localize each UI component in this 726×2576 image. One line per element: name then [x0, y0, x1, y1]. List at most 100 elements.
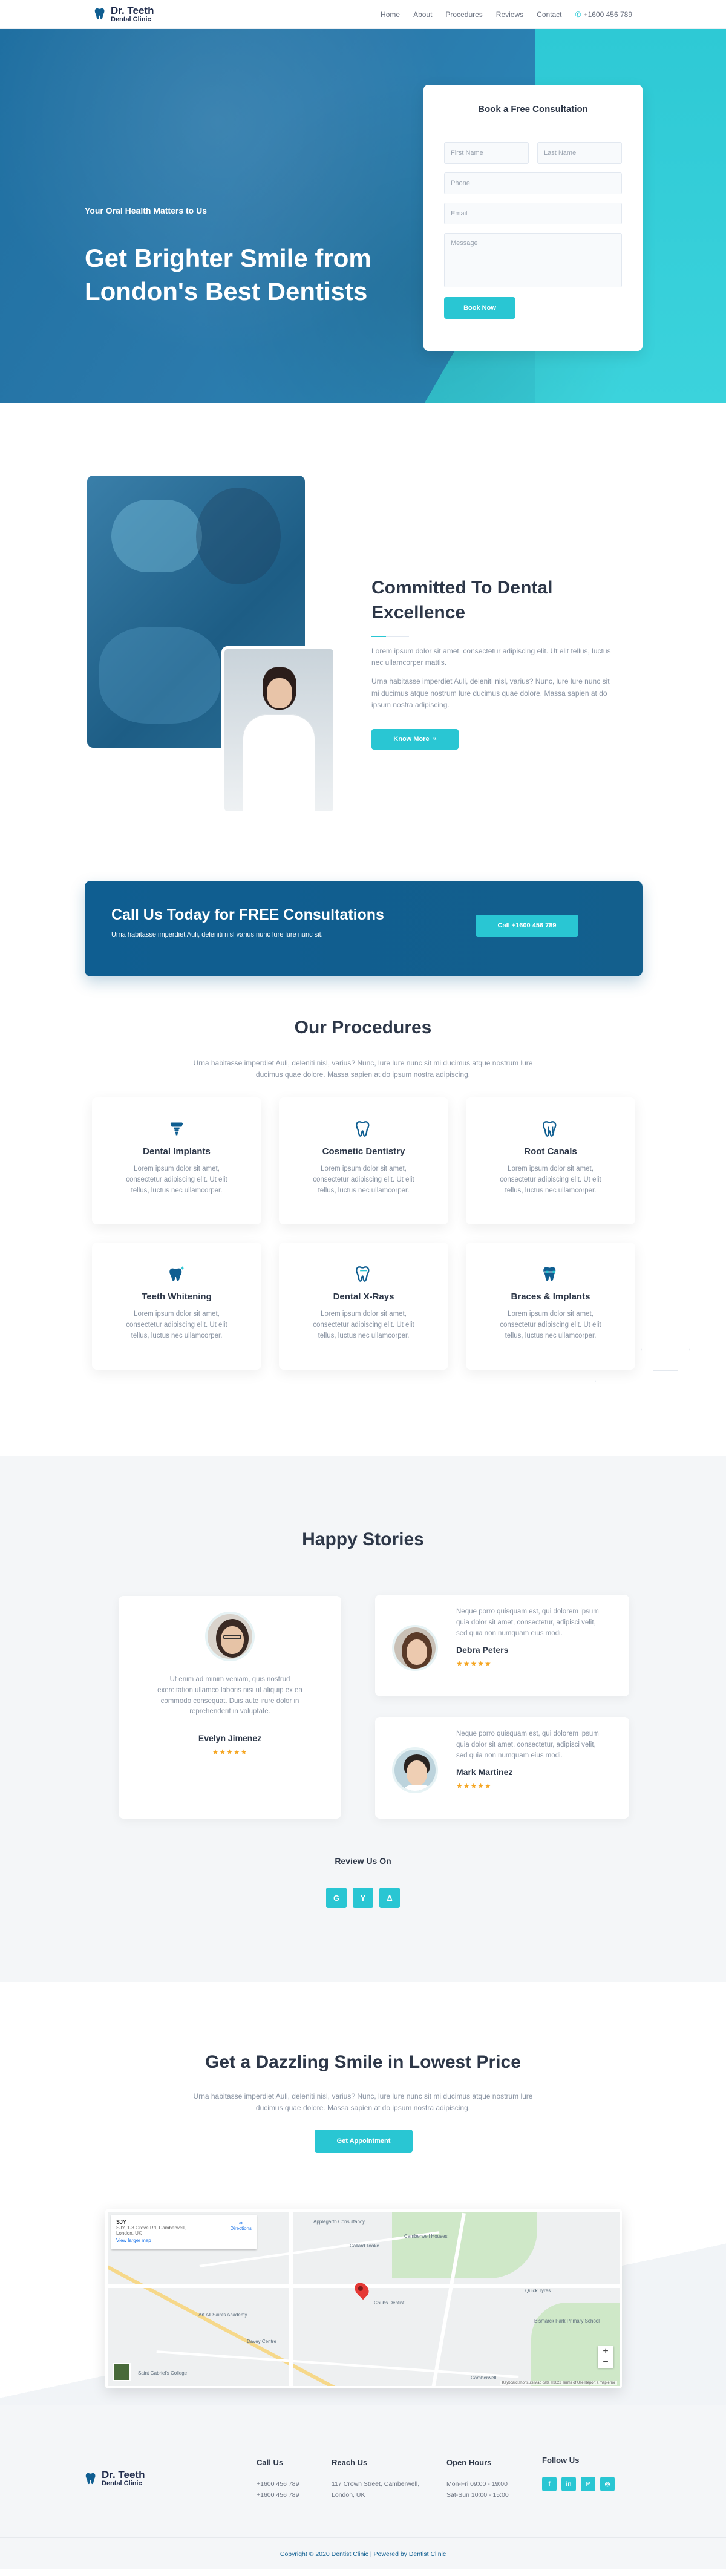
- map-park-area: [531, 2303, 620, 2386]
- cta-section: Call Us Today for FREE Consultations Urn…: [0, 839, 726, 990]
- map-label: Art All Saints Academy: [198, 2312, 247, 2318]
- dazzle-subtitle: Urna habitasse imperdiet Auli, deleniti …: [193, 2092, 533, 2113]
- procedure-title: Teeth Whitening: [142, 1292, 212, 1302]
- procedure-card[interactable]: Dental X-Rays Lorem ipsum dolor sit amet…: [279, 1243, 448, 1370]
- procedure-card[interactable]: Braces & Implants Lorem ipsum dolor sit …: [466, 1243, 635, 1370]
- dazzle-section: Get a Dazzling Smile in Lowest Price Urn…: [0, 1982, 726, 2405]
- zoom-in-button[interactable]: +: [598, 2346, 613, 2357]
- hero-section: Your Oral Health Matters to Us Get Brigh…: [0, 29, 726, 403]
- address-line: 117 Crown Street, Camberwell,: [332, 2480, 420, 2488]
- map-zoom-control: + −: [598, 2346, 613, 2368]
- first-name-input[interactable]: First Name: [444, 142, 529, 164]
- view-larger-map-link[interactable]: View larger map: [116, 2238, 252, 2243]
- address-line: London, UK: [332, 2491, 365, 2499]
- message-textarea[interactable]: Message: [444, 233, 622, 287]
- nav-phone[interactable]: ✆ +1600 456 789: [575, 10, 632, 19]
- teeth-whitening-icon: [169, 1266, 185, 1281]
- phone-number[interactable]: +1600 456 789: [257, 2490, 299, 2501]
- phone-number[interactable]: +1600 456 789: [257, 2479, 299, 2490]
- last-name-input[interactable]: Last Name: [537, 142, 622, 164]
- know-more-button[interactable]: Know More »: [371, 728, 459, 750]
- copyright-text: Copyright © 2020 Dentist Clinic | Powere…: [280, 2551, 446, 2558]
- about-heading: Committed To Dental Excellence: [371, 578, 553, 623]
- root-canal-icon: [543, 1121, 557, 1137]
- map-label: Callard Tooke: [350, 2243, 379, 2249]
- stories-section: Happy Stories Ut enim ad minim veniam, q…: [0, 1456, 726, 1982]
- directions-label: Directions: [230, 2226, 252, 2231]
- get-appointment-button[interactable]: Get Appointment: [315, 2130, 413, 2153]
- zoom-out-button[interactable]: −: [598, 2357, 613, 2368]
- directions-link[interactable]: ➦ Directions: [230, 2220, 252, 2231]
- nav-contact[interactable]: Contact: [537, 10, 561, 19]
- avatar: [205, 1612, 255, 1661]
- footer-call-us: Call Us +1600 456 789 +1600 456 789: [257, 2456, 299, 2501]
- satellite-toggle[interactable]: [113, 2363, 131, 2381]
- footer-brand-name: Dr. Teeth: [102, 2469, 145, 2480]
- star-rating: ★★★★★: [456, 1782, 492, 1791]
- procedure-title: Cosmetic Dentistry: [322, 1146, 405, 1157]
- about-paragraph-2: Urna habitasse imperdiet Auli, deleniti …: [371, 677, 610, 709]
- call-button[interactable]: Call +1600 456 789: [476, 915, 578, 937]
- about-paragraph-1: Lorem ipsum dolor sit amet, consectetur …: [371, 647, 611, 667]
- review-site-icon[interactable]: Δ: [379, 1888, 400, 1908]
- nav-reviews[interactable]: Reviews: [496, 10, 523, 19]
- star-rating: ★★★★★: [212, 1748, 248, 1757]
- hours-line: Mon-Fri 09:00 - 19:00: [446, 2480, 508, 2488]
- procedure-text: Lorem ipsum dolor sit amet, consectetur …: [126, 1165, 227, 1194]
- braces-icon: [543, 1267, 557, 1281]
- dental-implant-icon: [170, 1122, 183, 1136]
- procedure-text: Lorem ipsum dolor sit amet, consectetur …: [500, 1165, 601, 1194]
- know-more-label: Know More: [393, 735, 430, 743]
- footer-brand-tagline: Dental Clinic: [102, 2479, 142, 2487]
- phone-icon: ✆: [575, 10, 581, 19]
- about-section: Committed To Dental Excellence Lorem ips…: [0, 403, 726, 839]
- location-map[interactable]: Applegarth Consultancy Camberwell Houses…: [105, 2209, 622, 2388]
- procedure-card[interactable]: Cosmetic Dentistry Lorem ipsum dolor sit…: [279, 1097, 448, 1224]
- google-review-icon[interactable]: G: [326, 1888, 347, 1908]
- avatar: [392, 1747, 438, 1793]
- procedure-card[interactable]: Root Canals Lorem ipsum dolor sit amet, …: [466, 1097, 635, 1224]
- follow-us-title: Follow Us: [542, 2456, 580, 2465]
- hero-heading: Get Brighter Smile from London's Best De…: [85, 244, 371, 306]
- procedure-card[interactable]: Dental Implants Lorem ipsum dolor sit am…: [92, 1097, 261, 1224]
- map-label: Saint Gabriel's College: [138, 2370, 188, 2376]
- brand-logo[interactable]: Dr. Teeth Dental Clinic: [94, 5, 154, 23]
- footer-divider: [0, 2537, 726, 2538]
- nav-procedures[interactable]: Procedures: [445, 10, 482, 19]
- map-label: Davey Centre: [247, 2339, 276, 2344]
- linkedin-icon[interactable]: in: [561, 2477, 576, 2492]
- site-footer: Dr. Teeth Dental Clinic Call Us +1600 45…: [0, 2405, 726, 2569]
- procedures-grid: Dental Implants Lorem ipsum dolor sit am…: [92, 1097, 635, 1370]
- map-label: Camberwell: [471, 2375, 497, 2381]
- brand-name: Dr. Teeth: [111, 4, 154, 16]
- hexagon-decoration: [641, 1329, 690, 1371]
- footer-logo[interactable]: Dr. Teeth Dental Clinic: [85, 2470, 145, 2487]
- reach-us-title: Reach Us: [332, 2458, 368, 2467]
- instagram-icon[interactable]: ◎: [600, 2477, 615, 2492]
- form-title: Book a Free Consultation: [478, 104, 588, 114]
- testimonial-text: Neque porro quisquam est, qui dolorem ip…: [456, 1608, 599, 1637]
- footer-open-hours: Open Hours Mon-Fri 09:00 - 19:00 Sat-Sun…: [446, 2456, 509, 2501]
- review-sites: G Y Δ: [0, 1888, 726, 1908]
- email-input[interactable]: Email: [444, 203, 622, 224]
- procedure-text: Lorem ipsum dolor sit amet, consectetur …: [313, 1310, 414, 1339]
- phone-input[interactable]: Phone: [444, 172, 622, 194]
- brand-tagline: Dental Clinic: [111, 15, 151, 23]
- stories-title: Happy Stories: [302, 1529, 424, 1549]
- tooth-logo-icon: [85, 2473, 96, 2484]
- facebook-icon[interactable]: f: [542, 2477, 557, 2492]
- map-pin-icon[interactable]: [352, 2280, 372, 2300]
- pinterest-icon[interactable]: P: [581, 2477, 595, 2492]
- procedure-card[interactable]: Teeth Whitening Lorem ipsum dolor sit am…: [92, 1243, 261, 1370]
- book-now-button[interactable]: Book Now: [444, 297, 515, 319]
- procedure-title: Root Canals: [524, 1146, 577, 1157]
- testimonial-text: Ut enim ad minim veniam, quis nostrud ex…: [157, 1676, 302, 1716]
- arrow-right-icon: »: [433, 735, 437, 743]
- map-label: Applegarth Consultancy: [313, 2219, 365, 2225]
- yelp-review-icon[interactable]: Y: [353, 1888, 373, 1908]
- procedure-title: Dental X-Rays: [333, 1292, 394, 1302]
- testimonial-name: Debra Peters: [456, 1645, 509, 1655]
- nav-home[interactable]: Home: [381, 10, 400, 19]
- review-us-label: Review Us On: [335, 1856, 391, 1866]
- nav-about[interactable]: About: [413, 10, 432, 19]
